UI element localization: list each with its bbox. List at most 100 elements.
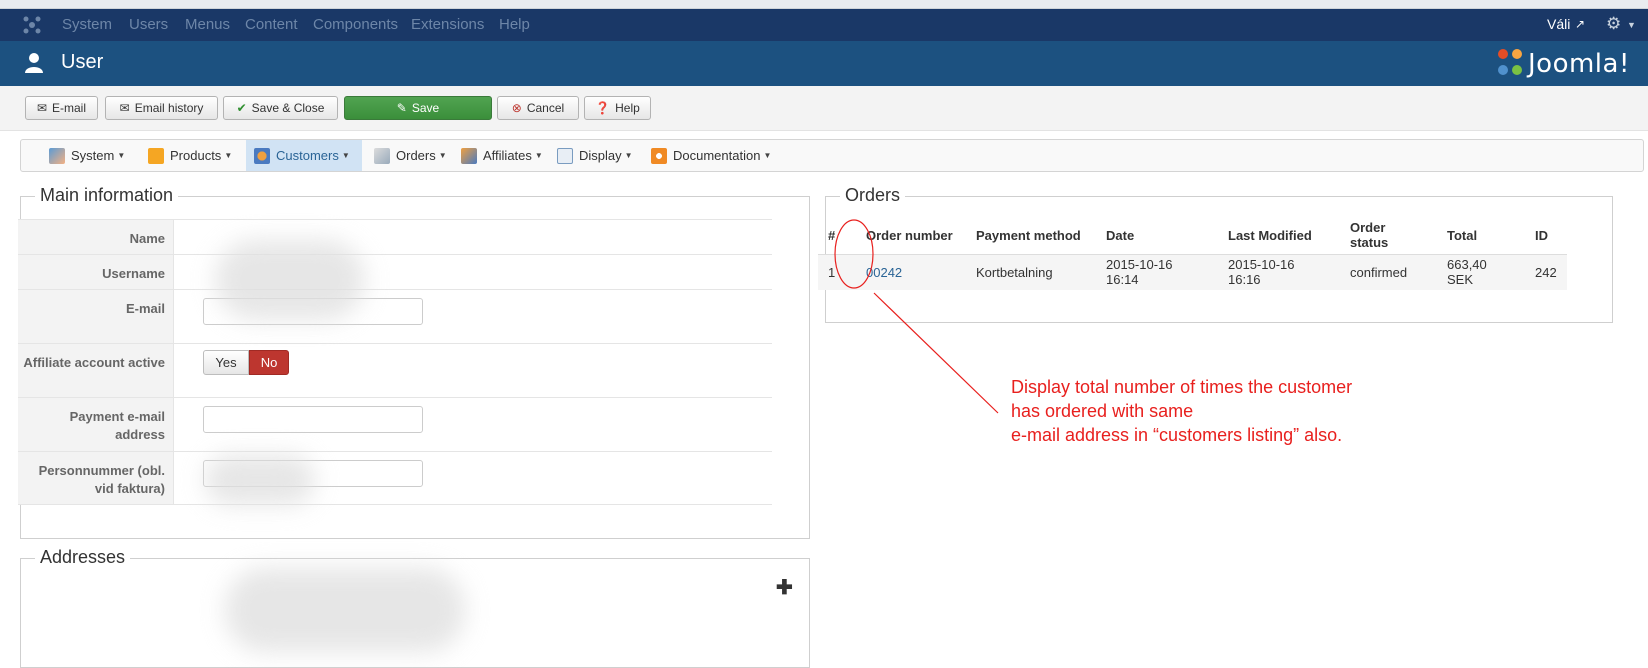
check-icon: ✔ [236, 101, 247, 115]
col-payment-method: Payment method [966, 217, 1096, 255]
page-header: User Joomla! [0, 41, 1648, 86]
users-icon [254, 147, 270, 164]
edit-icon: ✎ [396, 101, 407, 115]
email-button-label: E-mail [52, 101, 87, 115]
cancel-button[interactable]: ⊗ Cancel [497, 96, 579, 120]
orders-icon [374, 147, 390, 164]
menu-content[interactable]: Content [245, 16, 298, 33]
save-close-label: Save & Close [251, 101, 325, 115]
box-icon [148, 147, 164, 164]
username-label: Username [18, 255, 174, 289]
menu-help[interactable]: Help [499, 16, 530, 33]
date-cell: 2015-10-16 16:14 [1096, 254, 1218, 290]
user-link[interactable]: Váli [1547, 16, 1570, 32]
chevron-down-icon: ▼ [438, 151, 447, 160]
admin-top-menu: System Users Menus Content Components Ex… [0, 9, 1648, 41]
affiliate-toggle[interactable]: Yes No [203, 350, 289, 375]
affiliates-icon [461, 147, 477, 164]
help-button[interactable]: ❓ Help [584, 96, 651, 120]
cancel-icon: ⊗ [511, 101, 522, 115]
subnav-products[interactable]: Products ▼ [140, 140, 240, 171]
affiliate-no-button[interactable]: No [249, 350, 289, 375]
annotation-text: Display total number of times the custom… [1011, 375, 1352, 447]
subnav-display-label: Display [579, 148, 622, 163]
envelope-icon: ✉ [36, 101, 48, 115]
id-cell: 242 [1525, 254, 1567, 290]
save-label: Save [411, 101, 440, 115]
browser-bookmarks-strip [0, 0, 1648, 9]
affiliate-label: Affiliate account active [18, 344, 174, 397]
joomla-brand: Joomla! [1528, 49, 1630, 79]
email-history-button[interactable]: ✉ Email history [105, 96, 218, 120]
table-row: 1 00242 Kortbetalning 2015-10-16 16:14 2… [818, 254, 1567, 290]
save-button[interactable]: ✎ Save [344, 96, 492, 120]
help-label: Help [615, 101, 640, 115]
chevron-down-icon: ▼ [534, 151, 543, 160]
payment-email-field[interactable] [203, 406, 423, 433]
col-number: # [818, 217, 856, 255]
order-number-link[interactable]: 00242 [856, 254, 966, 290]
orders-header-row: # Order number Payment method Date Last … [818, 217, 1567, 255]
personnummer-label: Personnummer (obl. vid faktura) [18, 452, 174, 504]
component-subnav: System ▼ Products ▼ Customers ▼ Orders ▼ Aff… [20, 139, 1644, 172]
email-button[interactable]: ✉ E-mail [25, 96, 98, 120]
orders-table: # Order number Payment method Date Last … [818, 217, 1567, 290]
affiliate-row: Affiliate account active [18, 343, 772, 397]
redacted-blur [225, 568, 465, 652]
menu-extensions[interactable]: Extensions [411, 16, 484, 33]
chevron-down-icon: ▼ [763, 151, 772, 160]
subnav-documentation[interactable]: Documentation ▼ [643, 140, 779, 171]
question-icon: ❓ [595, 101, 611, 115]
username-row: Username [18, 254, 772, 289]
col-order-status: Order status [1340, 217, 1437, 255]
chevron-down-icon[interactable]: ▼ [1627, 20, 1636, 30]
redacted-blur [205, 455, 315, 505]
subnav-documentation-label: Documentation [673, 148, 761, 163]
menu-users[interactable]: Users [129, 16, 168, 33]
envelope-icon: ✉ [119, 101, 130, 115]
total-cell: 663,40 SEK [1437, 254, 1525, 290]
add-address-icon[interactable]: ✚ [776, 575, 793, 600]
email-history-label: Email history [134, 101, 204, 115]
chevron-down-icon: ▼ [224, 151, 233, 160]
subnav-customers[interactable]: Customers ▼ [246, 140, 362, 171]
page-title: User [61, 51, 104, 73]
joomla-menu-icon[interactable] [22, 15, 42, 35]
addresses-legend: Addresses [35, 547, 131, 568]
user-icon [25, 53, 43, 73]
chevron-down-icon: ▼ [624, 151, 633, 160]
annotation-line-2: has ordered with same [1011, 401, 1194, 421]
save-close-button[interactable]: ✔ Save & Close [223, 96, 338, 120]
cancel-label: Cancel [526, 101, 565, 115]
subnav-orders[interactable]: Orders ▼ [366, 140, 455, 171]
menu-system[interactable]: System [62, 16, 112, 33]
toolbar: ✉ E-mail ✉ Email history ✔ Save & Close … [0, 86, 1648, 131]
col-order-number: Order number [856, 217, 966, 255]
name-row: Name [18, 219, 772, 254]
menu-menus[interactable]: Menus [185, 16, 230, 33]
subnav-system[interactable]: System ▼ [41, 140, 133, 171]
col-id: ID [1525, 217, 1567, 255]
annotation-line-3: e-mail address in “customers listing” al… [1011, 425, 1343, 445]
menu-components[interactable]: Components [313, 16, 398, 33]
chevron-down-icon: ▼ [341, 151, 350, 160]
affiliate-yes-button[interactable]: Yes [203, 350, 249, 375]
main-information-legend: Main information [35, 185, 179, 206]
subnav-orders-label: Orders [396, 148, 436, 163]
display-icon [557, 147, 573, 164]
subnav-system-label: System [71, 148, 115, 163]
chevron-down-icon: ▼ [117, 151, 126, 160]
last-modified-cell: 2015-10-16 16:16 [1218, 254, 1340, 290]
subnav-display[interactable]: Display ▼ [549, 140, 641, 171]
payment-email-label: Payment e-mail address [18, 398, 174, 451]
joomla-logo-icon [1498, 49, 1522, 75]
col-total: Total [1437, 217, 1525, 255]
orders-legend: Orders [840, 185, 906, 206]
external-link-icon: ↗ [1575, 17, 1586, 31]
gear-icon[interactable]: ⚙ [1606, 14, 1621, 34]
email-label: E-mail [18, 290, 174, 343]
lifebuoy-icon [651, 147, 667, 164]
subnav-affiliates[interactable]: Affiliates ▼ [453, 140, 551, 171]
redacted-blur [215, 240, 365, 320]
col-date: Date [1096, 217, 1218, 255]
